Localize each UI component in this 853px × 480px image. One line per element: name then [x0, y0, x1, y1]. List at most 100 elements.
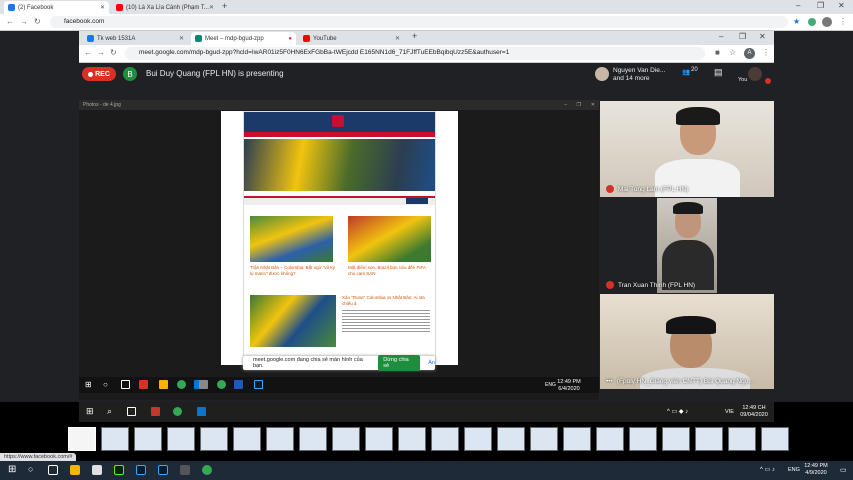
close-icon: ✕ [590, 102, 595, 108]
window-thumbnail[interactable] [464, 427, 492, 451]
file-explorer-icon [159, 380, 168, 389]
close-icon[interactable]: ✕ [395, 35, 400, 42]
video-tile-2[interactable]: Tran Xuan Thinh (FPL HN) [600, 198, 774, 293]
mic-off-icon [765, 78, 771, 84]
new-tab-button[interactable]: + [222, 1, 227, 11]
app-icon[interactable] [151, 407, 160, 416]
video-tile-1[interactable]: Mai Tung Lam (FPL HN) [600, 101, 774, 197]
reload-icon[interactable]: ↻ [110, 48, 117, 57]
minimize-icon[interactable]: – [719, 32, 723, 41]
maximize-icon[interactable]: ❐ [739, 32, 746, 41]
lang-indicator[interactable]: VIE [725, 409, 734, 415]
inner-tab-meet[interactable]: Meet – mdp-bgud-zpp ● [191, 32, 296, 45]
inner-toolbar: ← → ↻ meet.google.com/mdp-bgud-zpp?hcld=… [79, 45, 774, 63]
back-icon[interactable]: ← [6, 17, 14, 26]
rec-badge: REC [82, 67, 116, 81]
notification-icon[interactable]: ▭ [840, 466, 847, 474]
close-icon[interactable]: ✕ [179, 35, 184, 42]
tray-icons[interactable]: ^ ▭ ♪ [760, 466, 775, 473]
chrome-icon[interactable] [202, 465, 212, 475]
outer-address-bar[interactable]: facebook.com [50, 16, 788, 28]
star-icon[interactable]: ☆ [729, 48, 736, 57]
facebook-icon [8, 4, 15, 11]
window-thumbnail[interactable] [497, 427, 525, 451]
task-view-icon[interactable] [127, 407, 136, 416]
window-thumbnail[interactable] [761, 427, 789, 451]
new-tab-button[interactable]: + [412, 31, 417, 41]
camera-icon[interactable]: ■ [715, 48, 720, 57]
app-icon[interactable] [180, 465, 190, 475]
reload-icon[interactable]: ↻ [34, 17, 41, 26]
task-view-icon[interactable] [48, 465, 58, 475]
stop-sharing-button[interactable]: Dừng chia sẻ [378, 355, 421, 371]
store-icon[interactable] [92, 465, 102, 475]
outer-tab-youtube-song[interactable]: (10) Lá Xa Lìa Cành (Phạm T... ✕ [112, 1, 217, 14]
dreamweaver-icon[interactable] [114, 465, 124, 475]
window-thumbnail[interactable] [662, 427, 690, 451]
avatar[interactable] [822, 17, 832, 27]
minimize-icon[interactable]: – [796, 1, 800, 10]
vscode-icon[interactable] [197, 407, 206, 416]
menu-icon[interactable]: ⋮ [839, 17, 847, 26]
window-thumbnail[interactable] [431, 427, 459, 451]
window-thumbnail[interactable] [530, 427, 558, 451]
window-thumbnail[interactable] [167, 427, 195, 451]
window-thumbnail[interactable] [629, 427, 657, 451]
file-explorer-icon[interactable] [70, 465, 80, 475]
participants-summary[interactable]: Nguyen Van Die... and 14 more [613, 67, 665, 83]
task-view-icon [121, 380, 130, 389]
app-icon [139, 380, 148, 389]
close-icon[interactable]: ✕ [100, 4, 105, 11]
chrome-icon[interactable] [173, 407, 182, 416]
menu-icon[interactable]: ⋮ [762, 48, 770, 57]
article-title-1: Trận Nhật Bản – Colombia: Bất ngờ "vô kỷ… [250, 265, 335, 276]
window-thumbnail[interactable] [695, 427, 723, 451]
window-thumbnail[interactable] [266, 427, 294, 451]
window-thumbnail[interactable] [68, 427, 96, 451]
window-thumbnail[interactable] [200, 427, 228, 451]
hide-link[interactable]: Ẩn [428, 360, 435, 366]
star-icon[interactable]: ★ [793, 17, 800, 26]
profile-avatar[interactable]: A [744, 48, 755, 59]
window-thumbnail[interactable] [398, 427, 426, 451]
photoshop-icon-2[interactable] [158, 465, 168, 475]
self-avatar[interactable] [748, 67, 762, 81]
extension-icon[interactable] [808, 18, 816, 26]
lang-indicator[interactable]: ENG [788, 467, 800, 473]
forward-icon[interactable]: → [20, 17, 28, 26]
inner-address-bar[interactable]: meet.google.com/mdp-bgud-zpp?hcld=IwAR01… [125, 47, 705, 60]
close-window-icon[interactable]: ✕ [838, 1, 845, 10]
forward-icon[interactable]: → [97, 48, 105, 57]
site-nav [244, 132, 435, 137]
inner-tab-youtube[interactable]: YouTube ✕ [299, 32, 404, 45]
window-thumbnail[interactable] [101, 427, 129, 451]
window-thumbnail[interactable] [728, 427, 756, 451]
windows-start-icon: ⊞ [85, 380, 92, 389]
window-thumbnail[interactable] [233, 427, 261, 451]
window-thumbnail[interactable] [365, 427, 393, 451]
window-thumbnail[interactable] [332, 427, 360, 451]
close-icon[interactable]: ✕ [209, 4, 214, 11]
window-thumbnail[interactable] [596, 427, 624, 451]
inner-tab-tk-web[interactable]: Tk web 1531A ✕ [83, 32, 188, 45]
tray-icons[interactable]: ^ ▭ ◆ ♪ [667, 408, 688, 415]
photoshop-icon[interactable] [136, 465, 146, 475]
outer-tab-facebook[interactable]: (2) Facebook ✕ [4, 1, 109, 14]
window-thumbnail[interactable] [563, 427, 591, 451]
people-button[interactable]: 👥 20 [682, 67, 698, 76]
windows-start-icon[interactable]: ⊞ [8, 464, 16, 475]
windows-start-icon[interactable]: ⊞ [86, 406, 94, 417]
close-window-icon[interactable]: ✕ [759, 32, 766, 41]
you-label: You [738, 77, 748, 83]
clock[interactable]: 12:49 PM 4/9/2020 [802, 463, 830, 477]
window-thumbnail[interactable] [299, 427, 327, 451]
video-tile-3[interactable]: ••• (Fpoly HN_Giảng viên CNTT) Bùi Quang … [600, 294, 774, 389]
clock[interactable]: 12:49 CH 09/04/2020 [737, 405, 771, 419]
search-icon[interactable]: ⌕ [107, 406, 112, 417]
search-icon[interactable]: ○ [28, 464, 33, 474]
article-title-2: Một điểm son, Brazil bùn cứu đến FIFA ch… [348, 265, 426, 276]
window-thumbnail[interactable] [134, 427, 162, 451]
back-icon[interactable]: ← [84, 48, 92, 57]
chat-icon[interactable]: ▤ [714, 67, 723, 78]
maximize-icon[interactable]: ❐ [817, 1, 824, 10]
